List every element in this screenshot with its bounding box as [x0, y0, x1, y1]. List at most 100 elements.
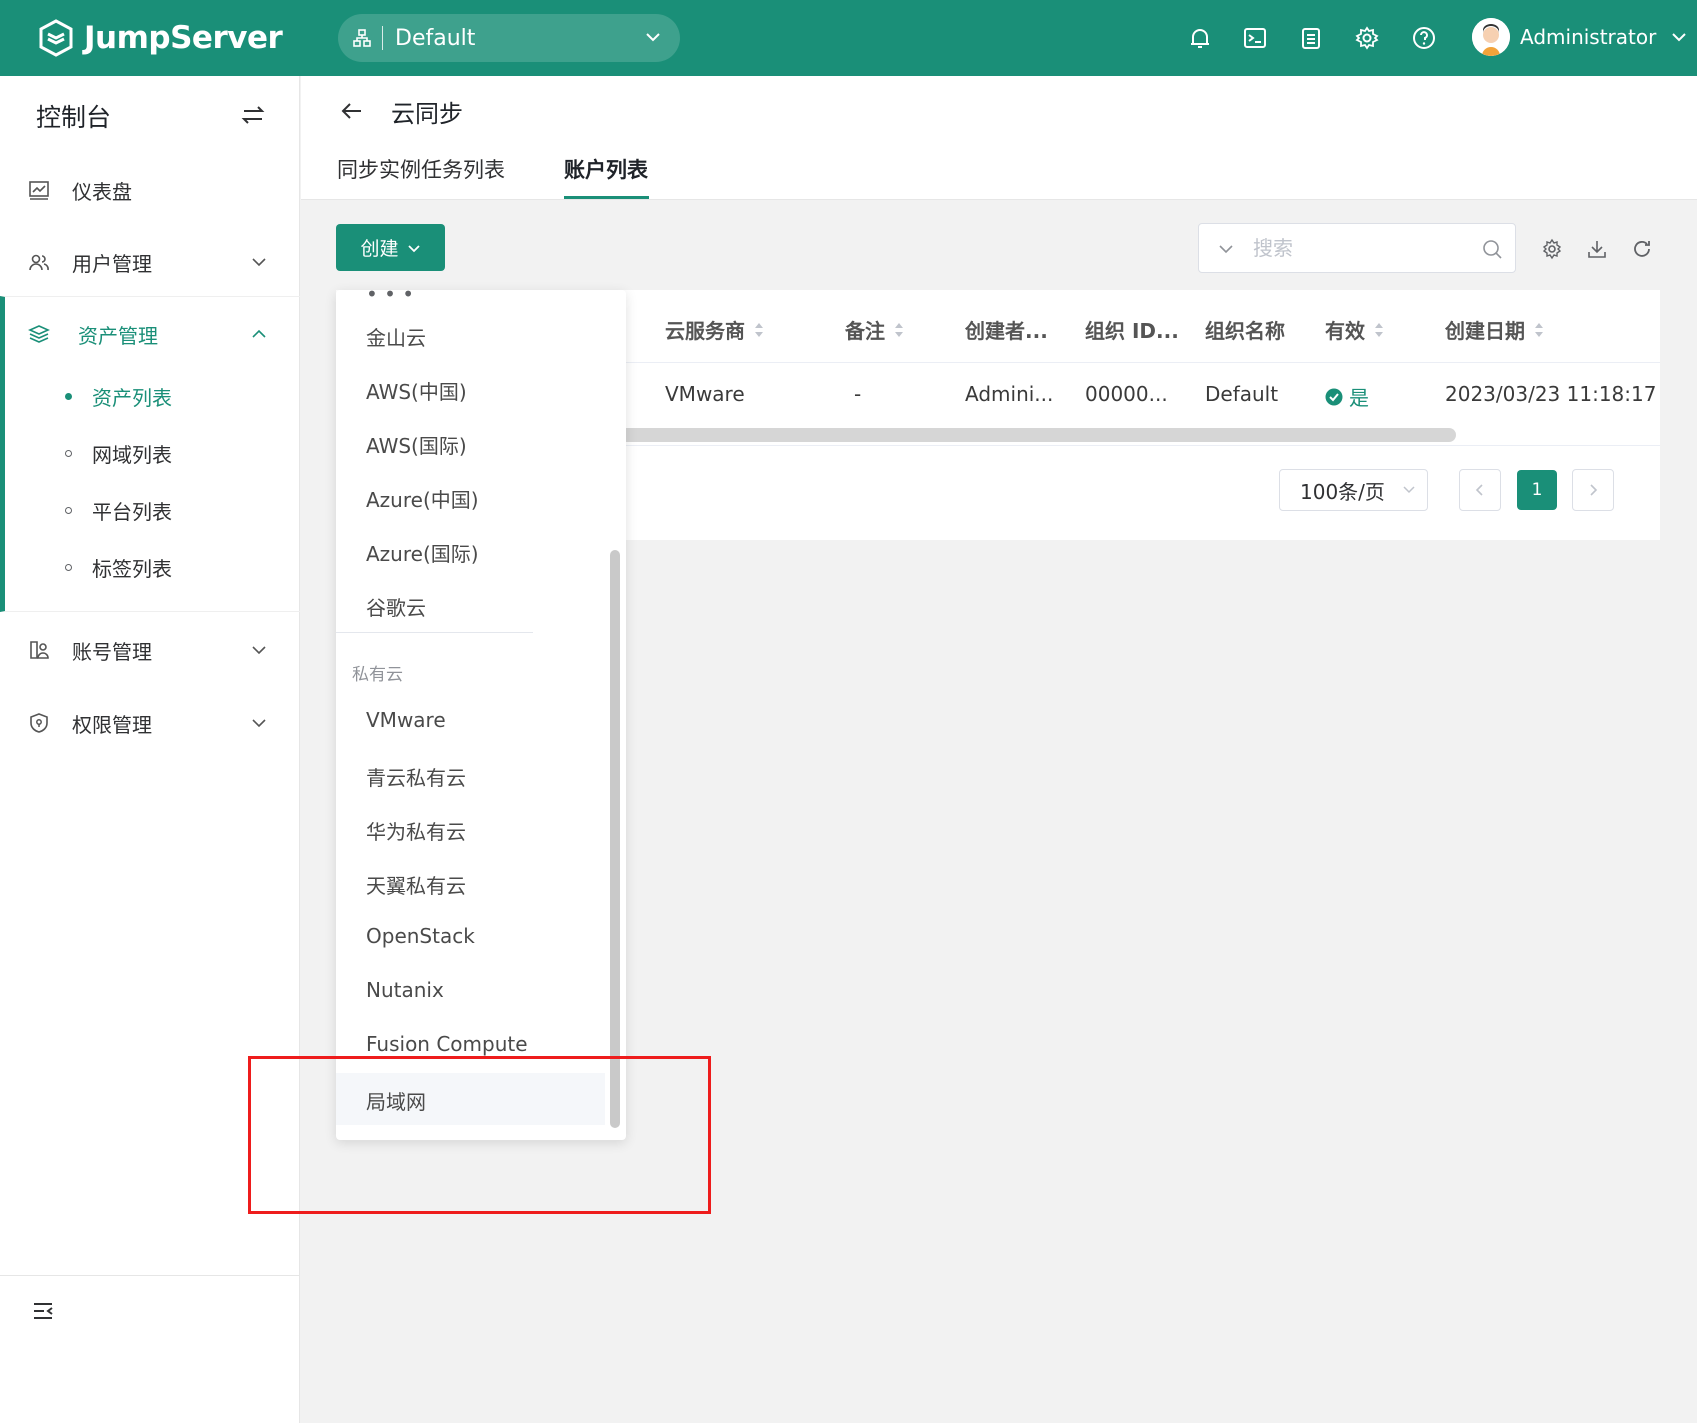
chevron-down-icon[interactable]	[1217, 240, 1235, 258]
dashboard-icon	[29, 181, 49, 200]
column-header-comment[interactable]: 备注	[845, 315, 905, 344]
dropdown-item-aws-china[interactable]: AWS(中国)	[366, 376, 467, 405]
column-header-created-by[interactable]: 创建者...	[965, 315, 1048, 344]
horizontal-scrollbar[interactable]	[620, 428, 1456, 442]
gear-icon[interactable]	[1354, 25, 1380, 51]
cell-created-date: 2023/03/23 11:18:17	[1445, 382, 1657, 406]
app-logo[interactable]: JumpServer	[36, 18, 283, 58]
sort-icon	[1535, 322, 1543, 337]
sidebar-subitem-label: 资产列表	[92, 385, 172, 410]
next-page-button[interactable]	[1572, 469, 1614, 511]
dropdown-item-azure-intl[interactable]: Azure(国际)	[366, 538, 479, 567]
bullet	[65, 449, 72, 457]
check-circle-icon	[1325, 388, 1343, 405]
prev-page-button[interactable]	[1459, 469, 1501, 511]
dropdown-group-private-cloud: 私有云	[352, 665, 403, 685]
chevron-up-icon	[252, 329, 266, 338]
page-header: 云同步 同步实例任务列表 账户列表	[301, 76, 1697, 200]
cell-org-name: Default	[1205, 382, 1279, 406]
bullet	[65, 506, 72, 514]
page-number-current[interactable]: 1	[1517, 470, 1557, 510]
chevron-down-icon	[646, 33, 660, 42]
sidebar-item-label: 账号管理	[72, 639, 152, 664]
download-icon[interactable]	[1586, 238, 1608, 260]
user-menu[interactable]: Administrator	[1472, 18, 1688, 56]
sidebar-subitem-domain-list[interactable]: 网域列表	[0, 429, 300, 477]
sidebar-item-accounts[interactable]: 账号管理	[0, 620, 300, 680]
sidebar-subitem-label: 网域列表	[92, 442, 172, 467]
tab-sync-instance-tasks[interactable]: 同步实例任务列表	[337, 154, 505, 184]
app-name: JumpServer	[84, 20, 283, 56]
dropdown-item-google-cloud[interactable]: 谷歌云	[366, 592, 426, 621]
bullet	[65, 563, 72, 571]
sidebar-subitem-asset-list[interactable]: 资产列表	[0, 372, 300, 420]
chevron-right-icon	[1590, 484, 1598, 496]
bullet	[65, 392, 72, 400]
create-button[interactable]: 创建	[336, 224, 445, 271]
sort-icon	[755, 322, 763, 337]
org-tree-icon	[353, 29, 371, 47]
dropdown-item-huawei-private[interactable]: 华为私有云	[366, 816, 466, 845]
avatar-icon	[1472, 18, 1510, 56]
column-header-valid[interactable]: 有效	[1325, 315, 1385, 344]
dropdown-item-vmware[interactable]: VMware	[366, 708, 446, 732]
page-size-select[interactable]: 100条/页	[1279, 469, 1428, 511]
refresh-icon[interactable]	[1631, 238, 1653, 260]
switch-view-icon[interactable]	[240, 102, 266, 128]
sidebar-subitem-label-list[interactable]: 标签列表	[0, 543, 300, 591]
dropdown-item-nutanix[interactable]: Nutanix	[366, 978, 444, 1002]
layers-icon	[28, 325, 50, 343]
sidebar-subitem-label: 平台列表	[92, 499, 172, 524]
dropdown-scrollbar[interactable]	[610, 550, 620, 1128]
sidebar-item-users[interactable]: 用户管理	[0, 232, 300, 292]
sidebar-item-label: 仪表盘	[72, 179, 132, 204]
tab-account-list[interactable]: 账户列表	[564, 154, 648, 184]
dropdown-item-openstack[interactable]: OpenStack	[366, 924, 475, 948]
column-header-created-date[interactable]: 创建日期	[1445, 315, 1545, 344]
dropdown-item-aws-intl[interactable]: AWS(国际)	[366, 430, 467, 459]
column-header-org-name[interactable]: 组织名称	[1205, 315, 1285, 344]
page-size-label: 100条/页	[1300, 479, 1385, 504]
chevron-down-icon	[252, 646, 266, 655]
user-name: Administrator	[1520, 25, 1657, 49]
chevron-down-icon	[407, 244, 420, 252]
chevron-down-icon	[252, 719, 266, 728]
dropdown-item-kingsoft[interactable]: 金山云	[366, 322, 426, 351]
create-button-label: 创建	[360, 238, 399, 260]
gear-icon[interactable]	[1541, 238, 1563, 260]
collapse-sidebar-icon[interactable]	[32, 1300, 54, 1322]
dropdown-item-ctyun-private[interactable]: 天翼私有云	[366, 870, 466, 899]
back-arrow-icon[interactable]	[339, 98, 365, 124]
sidebar: 控制台 仪表盘 用户管理 资产管理 资产列表 网域列表 平台列表 标签列表 账号…	[0, 76, 300, 1423]
sidebar-item-dashboard[interactable]: 仪表盘	[0, 160, 300, 220]
bell-icon[interactable]	[1187, 25, 1213, 51]
sidebar-divider	[0, 1275, 300, 1276]
help-icon[interactable]	[1411, 25, 1437, 51]
sidebar-subitem-platform-list[interactable]: 平台列表	[0, 486, 300, 534]
search-icon[interactable]	[1481, 238, 1503, 260]
dropdown-item-qingcloud-private[interactable]: 青云私有云	[366, 762, 466, 791]
sidebar-item-permissions[interactable]: 权限管理	[0, 693, 300, 753]
sort-icon	[895, 322, 903, 337]
top-bar: JumpServer Default Administrator	[0, 0, 1697, 76]
sort-icon	[1375, 322, 1383, 337]
create-dropdown-menu: • • • 金山云 AWS(中国) AWS(国际) Azure(中国) Azur…	[336, 290, 626, 1140]
sidebar-subitem-label: 标签列表	[92, 556, 172, 581]
avatar	[1472, 18, 1510, 56]
chevron-down-icon	[1672, 33, 1687, 42]
column-header-org-id[interactable]: 组织 ID...	[1085, 315, 1179, 344]
cell-org-id: 00000...	[1085, 382, 1168, 406]
column-header-cloud-provider[interactable]: 云服务商	[665, 315, 765, 344]
org-select[interactable]: Default	[338, 14, 680, 62]
clipboard-icon[interactable]	[1298, 25, 1324, 51]
org-name: Default	[395, 25, 476, 51]
chevron-down-icon	[1403, 486, 1415, 494]
search-input[interactable]	[1253, 234, 1463, 262]
terminal-icon[interactable]	[1242, 25, 1268, 51]
sidebar-item-label: 资产管理	[78, 323, 158, 348]
search-box	[1198, 223, 1516, 273]
dropdown-item-fusion-compute[interactable]: Fusion Compute	[366, 1032, 528, 1056]
sidebar-item-assets[interactable]: 资产管理	[0, 304, 300, 364]
dropdown-item-azure-china[interactable]: Azure(中国)	[366, 484, 479, 513]
sidebar-item-label: 用户管理	[72, 251, 152, 276]
